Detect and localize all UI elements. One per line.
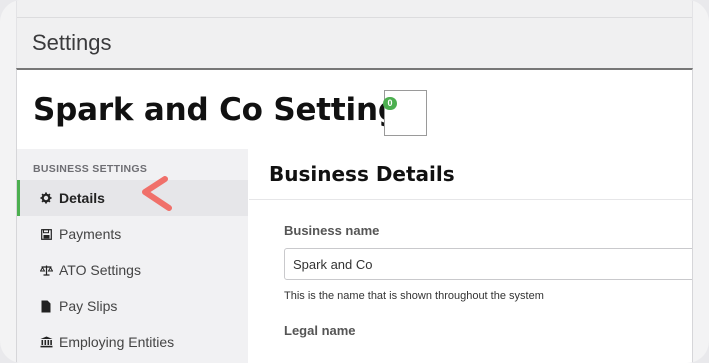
gear-icon — [37, 192, 55, 204]
app-header: Settings — [16, 0, 693, 68]
notification-badge: 0 — [383, 97, 397, 110]
sidebar-item-label: Details — [59, 190, 105, 206]
sidebar-item-pay-slips[interactable]: Pay Slips — [17, 288, 248, 324]
sidebar-item-label: Payments — [59, 226, 122, 242]
sidebar-section-header: BUSINESS SETTINGS — [33, 163, 148, 175]
header-divider — [17, 17, 692, 18]
sidebar-item-label: Employing Entities — [59, 334, 175, 350]
balance-scale-icon — [37, 265, 55, 276]
sidebar-item-ato-settings[interactable]: ATO Settings — [17, 252, 248, 288]
app-title: Settings — [32, 30, 112, 55]
business-name-help: This is the name that is shown throughou… — [284, 290, 544, 302]
sidebar-item-employing-entities[interactable]: Employing Entities — [17, 324, 248, 360]
legal-name-label: Legal name — [284, 323, 356, 338]
settings-window: Spark and Co Settings 0 BUSINESS SETTING… — [16, 68, 693, 363]
sidebar-item-label: ATO Settings — [59, 262, 141, 278]
pointer-arrow-icon — [142, 176, 172, 211]
settings-sidebar: BUSINESS SETTINGS Details Payments ATO S… — [17, 149, 248, 363]
business-name-label: Business name — [284, 223, 380, 238]
section-title: Business Details — [269, 162, 455, 186]
sidebar-item-label: Pay Slips — [59, 298, 118, 314]
document-icon — [37, 300, 55, 313]
bank-icon — [37, 336, 55, 348]
page-title: Spark and Co Settings — [33, 92, 419, 128]
save-icon — [37, 228, 55, 240]
business-name-input[interactable] — [284, 248, 692, 280]
screenshot-card: Settings Spark and Co Settings 0 BUSINES… — [0, 0, 709, 363]
section-divider — [249, 199, 692, 200]
sidebar-item-details[interactable]: Details — [17, 180, 248, 216]
sidebar-item-payments[interactable]: Payments — [17, 216, 248, 252]
